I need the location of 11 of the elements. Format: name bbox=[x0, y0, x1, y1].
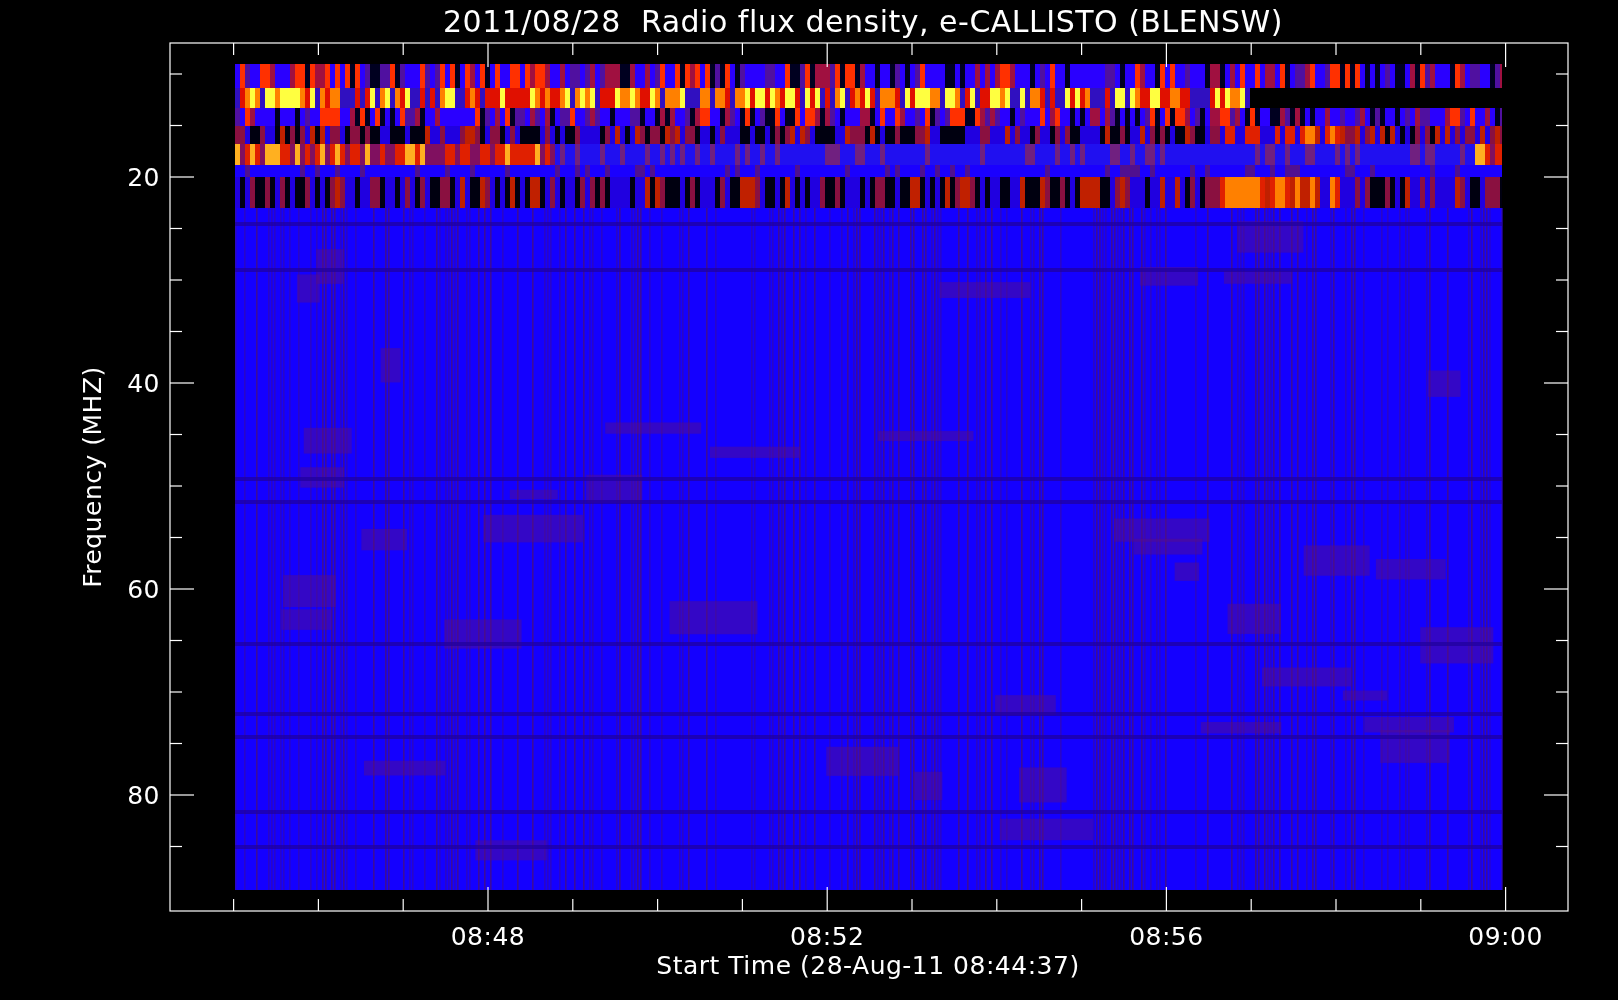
chart-title: 2011/08/28 Radio flux density, e-CALLISTO (BLENSW) bbox=[443, 4, 1283, 39]
tick-label: 08:56 bbox=[1129, 922, 1204, 951]
axis-label: Start Time (28-Aug-11 08:44:37) bbox=[656, 951, 1080, 980]
tick-label: 60 bbox=[127, 575, 160, 604]
tick-label: 08:52 bbox=[789, 922, 865, 951]
tick-label: 08:48 bbox=[450, 922, 526, 951]
tick-label: 40 bbox=[127, 369, 160, 398]
axis-label: Frequency (MHZ) bbox=[78, 366, 107, 588]
tick-label: 09:00 bbox=[1468, 922, 1543, 951]
tick-label: 80 bbox=[127, 781, 160, 810]
tick-label: 20 bbox=[127, 163, 160, 192]
